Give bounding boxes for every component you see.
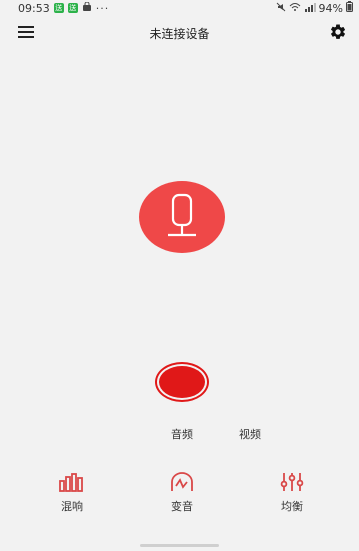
app-header: 未连接设备 <box>0 20 359 46</box>
microphone-button[interactable] <box>139 181 225 253</box>
equalizer-button[interactable]: 均衡 <box>257 472 327 514</box>
menu-button[interactable] <box>18 26 34 38</box>
app-notification-icon-2: 送 <box>67 3 78 13</box>
record-button[interactable] <box>155 362 209 402</box>
reverb-bars-icon <box>59 473 83 492</box>
more-notifications-icon: ··· <box>95 1 110 15</box>
mode-video-tab[interactable]: 视频 <box>239 426 261 442</box>
gear-icon[interactable] <box>329 23 347 41</box>
equalizer-icon <box>280 473 304 491</box>
signal-icon <box>304 2 316 15</box>
status-time: 09:53 <box>18 1 50 15</box>
reverb-label: 混响 <box>61 500 83 513</box>
menu-icon-line <box>18 31 34 33</box>
mute-icon <box>276 2 286 15</box>
voice-change-button[interactable]: 变音 <box>147 472 217 514</box>
home-indicator[interactable] <box>140 544 219 547</box>
status-left: 09:53 送 送 ··· <box>0 1 110 15</box>
menu-icon-line <box>18 26 34 28</box>
voice-change-label: 变音 <box>171 500 193 513</box>
wifi-icon <box>289 2 301 15</box>
reverb-button[interactable]: 混响 <box>37 472 107 514</box>
menu-icon-line <box>18 36 34 38</box>
status-right: 94% <box>276 1 359 15</box>
microphone-icon <box>168 193 196 237</box>
voice-change-icon <box>171 472 193 491</box>
mode-audio-tab[interactable]: 音频 <box>171 426 193 442</box>
battery-icon <box>346 1 353 15</box>
app-notification-icon: 送 <box>53 3 64 13</box>
status-bar: 09:53 送 送 ··· 94% <box>0 0 359 16</box>
battery-level: 94% <box>318 1 343 15</box>
bag-icon <box>82 1 92 15</box>
record-button-inner <box>159 366 205 398</box>
page-title: 未连接设备 <box>149 26 210 41</box>
equalizer-label: 均衡 <box>281 500 303 513</box>
